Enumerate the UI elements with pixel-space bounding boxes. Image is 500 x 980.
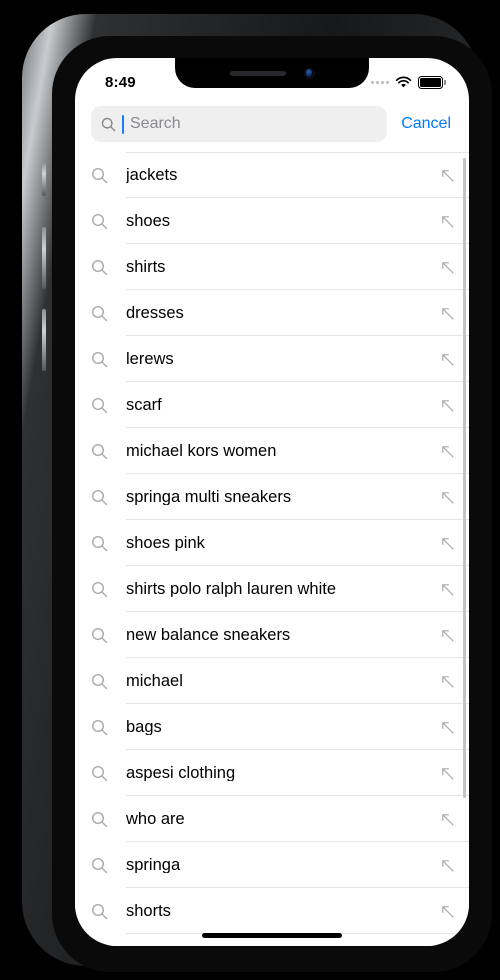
- suggestion-row[interactable]: scarf: [75, 382, 469, 428]
- search-icon: [92, 719, 108, 735]
- arrow-up-left-icon[interactable]: [440, 398, 455, 413]
- wifi-icon: [395, 76, 412, 87]
- silent-switch[interactable]: [42, 162, 46, 196]
- search-icon: [92, 581, 108, 597]
- search-icon: [92, 397, 108, 413]
- arrow-up-left-icon[interactable]: [440, 352, 455, 367]
- suggestion-row[interactable]: shirts polo ralph lauren white: [75, 566, 469, 612]
- suggestion-label: shorts: [126, 902, 171, 920]
- suggestion-label: jackets: [126, 166, 178, 184]
- suggestion-label: michael kors women: [126, 442, 277, 460]
- search-icon: [92, 627, 108, 643]
- arrow-up-left-icon[interactable]: [440, 766, 455, 781]
- search-icon: [92, 167, 108, 183]
- arrow-up-left-icon[interactable]: [440, 536, 455, 551]
- suggestion-row[interactable]: michael: [75, 658, 469, 704]
- suggestion-label: scarf: [126, 396, 162, 414]
- suggestion-row[interactable]: new balance sneakers: [75, 612, 469, 658]
- search-icon: [92, 259, 108, 275]
- speaker-slot-icon: [229, 70, 286, 76]
- suggestion-row[interactable]: springa multi sneakers: [75, 474, 469, 520]
- suggestion-row[interactable]: dresses: [75, 290, 469, 336]
- search-icon: [92, 903, 108, 919]
- search-icon: [92, 443, 108, 459]
- suggestion-row[interactable]: shorts: [75, 888, 469, 934]
- suggestion-row[interactable]: jackets: [75, 152, 469, 198]
- suggestion-label: springa multi sneakers: [126, 488, 292, 506]
- suggestion-row[interactable]: shoes: [75, 198, 469, 244]
- volume-down-button[interactable]: [42, 309, 46, 371]
- arrow-up-left-icon[interactable]: [440, 628, 455, 643]
- suggestion-row[interactable]: michael kors women: [75, 428, 469, 474]
- phone-screen: 8:49 Search Cancel jackets shoes shirts …: [75, 58, 469, 946]
- status-indicators: [371, 75, 446, 89]
- cellular-dots-icon: [371, 80, 389, 84]
- vertical-scroll-indicator[interactable]: [463, 158, 466, 798]
- suggestion-row[interactable]: shoes pink: [75, 520, 469, 566]
- arrow-up-left-icon[interactable]: [440, 720, 455, 735]
- search-icon: [92, 673, 108, 689]
- search-icon: [92, 489, 108, 505]
- suggestion-label: shirts polo ralph lauren white: [126, 580, 337, 598]
- suggestion-row[interactable]: aspesi clothing: [75, 750, 469, 796]
- arrow-up-left-icon[interactable]: [440, 306, 455, 321]
- volume-up-button[interactable]: [42, 227, 46, 289]
- arrow-up-left-icon[interactable]: [440, 674, 455, 689]
- suggestion-label: lerews: [126, 350, 174, 368]
- front-camera-icon: [303, 67, 315, 79]
- suggestion-label: shoes: [126, 212, 171, 230]
- home-indicator[interactable]: [202, 933, 342, 938]
- arrow-up-left-icon[interactable]: [440, 168, 455, 183]
- search-icon: [101, 117, 116, 131]
- search-input[interactable]: Search: [91, 106, 388, 142]
- suggestion-label: aspesi clothing: [126, 764, 236, 782]
- arrow-up-left-icon[interactable]: [440, 904, 455, 919]
- iphone-device-frame: 8:49 Search Cancel jackets shoes shirts …: [22, 14, 492, 972]
- suggestion-row[interactable]: lerews: [75, 336, 469, 382]
- suggestion-label: who are: [126, 810, 185, 828]
- suggestions-list[interactable]: jackets shoes shirts dresses lerews scarf mich…: [75, 152, 469, 946]
- search-icon: [92, 305, 108, 321]
- suggestion-label: michael: [126, 672, 183, 690]
- arrow-up-left-icon[interactable]: [440, 490, 455, 505]
- suggestion-label: dresses: [126, 304, 184, 322]
- screenshot-canvas: 8:49 Search Cancel jackets shoes shirts …: [0, 0, 500, 980]
- suggestion-label: shoes pink: [126, 534, 205, 552]
- arrow-up-left-icon[interactable]: [440, 812, 455, 827]
- arrow-up-left-icon[interactable]: [440, 858, 455, 873]
- search-icon: [92, 811, 108, 827]
- battery-full-icon: [418, 75, 446, 89]
- suggestion-label: bags: [126, 718, 162, 736]
- search-placeholder: Search: [130, 115, 181, 132]
- suggestion-row[interactable]: shirts: [75, 244, 469, 290]
- search-icon: [92, 351, 108, 367]
- search-icon: [92, 765, 108, 781]
- suggestion-row[interactable]: who are: [75, 796, 469, 842]
- search-icon: [92, 857, 108, 873]
- notch: [175, 58, 369, 88]
- status-time: 8:49: [105, 73, 136, 91]
- suggestion-label: springa: [126, 856, 181, 874]
- suggestion-label: shirts: [126, 258, 166, 276]
- suggestion-row[interactable]: springa: [75, 842, 469, 888]
- cancel-button[interactable]: Cancel: [399, 115, 453, 133]
- search-icon: [92, 213, 108, 229]
- suggestion-row[interactable]: bags: [75, 704, 469, 750]
- arrow-up-left-icon[interactable]: [440, 444, 455, 459]
- search-icon: [92, 535, 108, 551]
- text-caret: [122, 114, 124, 134]
- search-bar: Search Cancel: [75, 100, 469, 152]
- arrow-up-left-icon[interactable]: [440, 214, 455, 229]
- suggestion-label: new balance sneakers: [126, 626, 291, 644]
- arrow-up-left-icon[interactable]: [440, 582, 455, 597]
- arrow-up-left-icon[interactable]: [440, 260, 455, 275]
